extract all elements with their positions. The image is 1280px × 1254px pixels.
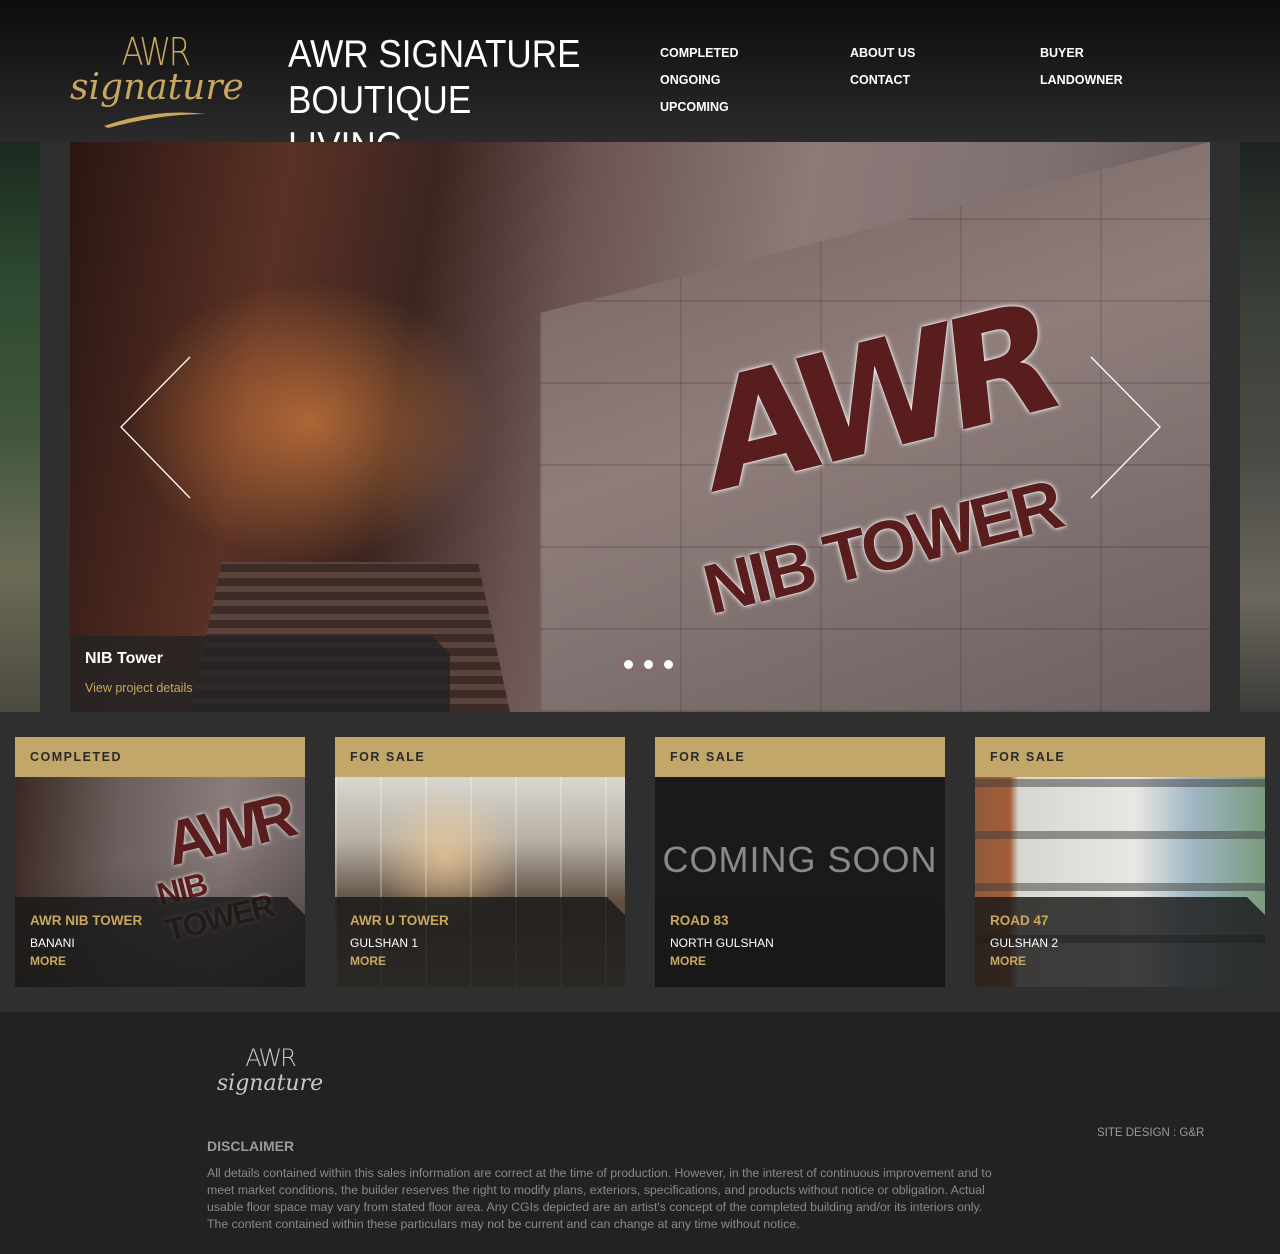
project-image[interactable]: AWR NIB TOWER AWR NIB TOWER BANANI MORE	[15, 777, 305, 987]
slide-dot[interactable]	[624, 660, 633, 669]
card-project-location: NORTH GULSHAN	[670, 936, 774, 950]
nav-contact[interactable]: CONTACT	[850, 67, 915, 94]
slide-dot[interactable]	[664, 660, 673, 669]
nav-projects: COMPLETED ONGOING UPCOMING	[660, 40, 738, 121]
slide-dot[interactable]	[644, 660, 653, 669]
slide-caption: NIB Tower View project details	[70, 636, 450, 712]
disclaimer-text: All details contained within this sales …	[207, 1166, 992, 1231]
nav-ongoing[interactable]: ONGOING	[660, 67, 738, 94]
nav-about-us[interactable]: ABOUT US	[850, 40, 915, 67]
project-card[interactable]: FOR SALE ROAD 47 GULSHAN 2 MORE	[975, 737, 1265, 987]
card-info-overlay: ROAD 47 GULSHAN 2 MORE	[975, 897, 1265, 987]
project-image[interactable]: ROAD 47 GULSHAN 2 MORE	[975, 777, 1265, 987]
card-project-name: AWR U TOWER	[350, 913, 449, 928]
nav-audience: BUYER LANDOWNER	[1040, 40, 1123, 94]
site-footer: AWR signature DISCLAIMER All details con…	[0, 1012, 1280, 1254]
card-more-link[interactable]: MORE	[990, 954, 1026, 968]
card-more-link[interactable]: MORE	[30, 954, 66, 968]
chevron-left-icon[interactable]	[118, 355, 193, 500]
slide-caption-title: NIB Tower	[85, 650, 163, 667]
project-card[interactable]: FOR SALE AWR U TOWER GULSHAN 1 MORE	[335, 737, 625, 987]
footer-logo-awr-text: AWR	[245, 1044, 297, 1072]
project-card[interactable]: COMPLETED AWR NIB TOWER AWR NIB TOWER BA…	[15, 737, 305, 987]
chevron-right-icon[interactable]	[1088, 355, 1163, 500]
footer-logo[interactable]: AWR signature	[215, 1044, 325, 1096]
slide-dot[interactable]	[604, 660, 613, 669]
card-project-location: GULSHAN 2	[990, 936, 1059, 950]
slide-pagination	[604, 660, 673, 669]
nav-upcoming[interactable]: UPCOMING	[660, 94, 738, 121]
card-status-tag: COMPLETED	[15, 737, 305, 777]
card-status-tag: FOR SALE	[655, 737, 945, 777]
project-card[interactable]: FOR SALE COMING SOON ROAD 83 NORTH GULSH…	[655, 737, 945, 987]
nav-completed[interactable]: COMPLETED	[660, 40, 738, 67]
view-project-details-link[interactable]: View project details	[85, 681, 192, 695]
card-more-link[interactable]: MORE	[350, 954, 386, 968]
site-header: AWR signature AWR SIGNATURE BOUTIQUE LIV…	[0, 0, 1280, 168]
card-more-link[interactable]: MORE	[670, 954, 706, 968]
previous-slide-peek[interactable]	[0, 142, 40, 712]
next-slide-peek[interactable]	[1240, 142, 1280, 712]
card-project-name: ROAD 47	[990, 913, 1049, 928]
nav-buyer[interactable]: BUYER	[1040, 40, 1123, 67]
nav-landowner[interactable]: LANDOWNER	[1040, 67, 1123, 94]
footer-logo-signature-text: signature	[216, 1071, 324, 1096]
card-project-location: GULSHAN 1	[350, 936, 419, 950]
logo-awr-text: AWR	[121, 30, 191, 74]
logo-signature-text: signature	[70, 67, 244, 108]
project-image[interactable]: COMING SOON ROAD 83 NORTH GULSHAN MORE	[655, 777, 945, 987]
card-info-overlay: AWR U TOWER GULSHAN 1 MORE	[335, 897, 625, 987]
card-project-name: AWR NIB TOWER	[30, 913, 143, 928]
hero-slide-image: AWR NIB TOWER	[70, 142, 1210, 712]
project-image[interactable]: AWR U TOWER GULSHAN 1 MORE	[335, 777, 625, 987]
coming-soon-placeholder: COMING SOON	[662, 839, 938, 880]
card-status-tag: FOR SALE	[975, 737, 1265, 777]
disclaimer-heading: DISCLAIMER	[207, 1138, 295, 1154]
card-info-overlay: AWR NIB TOWER BANANI MORE	[15, 897, 305, 987]
site-title-line1: AWR SIGNATURE	[288, 33, 581, 76]
card-project-name: ROAD 83	[670, 913, 729, 928]
site-design-credit: SITE DESIGN : G&R	[1097, 1127, 1205, 1139]
card-status-tag: FOR SALE	[335, 737, 625, 777]
card-project-location: BANANI	[30, 936, 75, 950]
nav-company: ABOUT US CONTACT	[850, 40, 915, 94]
brand-logo[interactable]: AWR signature	[70, 30, 244, 135]
logo-swoosh-icon	[104, 112, 206, 128]
card-info-overlay: ROAD 83 NORTH GULSHAN MORE	[655, 897, 945, 987]
